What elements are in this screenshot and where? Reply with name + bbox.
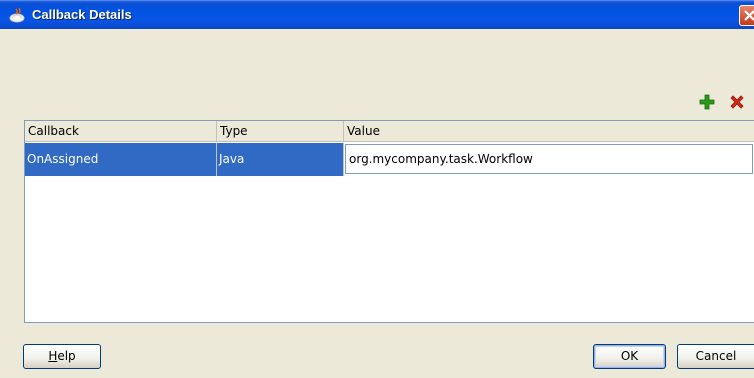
help-label-rest: elp <box>57 349 76 363</box>
cancel-button[interactable]: Cancel <box>677 344 754 369</box>
close-button[interactable] <box>739 5 754 26</box>
callbacks-table[interactable]: Callback Type Value OnAssigned Java <box>24 120 754 323</box>
help-label-mnemonic: H <box>48 349 58 363</box>
add-plus-icon[interactable] <box>698 93 716 111</box>
window-title: Callback Details <box>32 7 132 22</box>
close-icon <box>744 10 754 21</box>
column-header-value[interactable]: Value <box>344 121 754 142</box>
value-input[interactable] <box>345 144 753 174</box>
ok-button[interactable]: OK <box>593 344 666 369</box>
column-header-type[interactable]: Type <box>217 121 344 142</box>
title-bar[interactable]: Callback Details <box>0 0 754 29</box>
cell-type[interactable]: Java <box>217 143 344 176</box>
column-header-callback[interactable]: Callback <box>25 121 217 142</box>
table-header: Callback Type Value <box>25 121 754 142</box>
delete-x-icon[interactable] <box>728 93 746 111</box>
table-row[interactable]: OnAssigned Java <box>25 143 754 176</box>
cell-callback[interactable]: OnAssigned <box>25 143 217 176</box>
help-button[interactable]: Help <box>23 344 101 369</box>
app-icon <box>9 7 25 23</box>
